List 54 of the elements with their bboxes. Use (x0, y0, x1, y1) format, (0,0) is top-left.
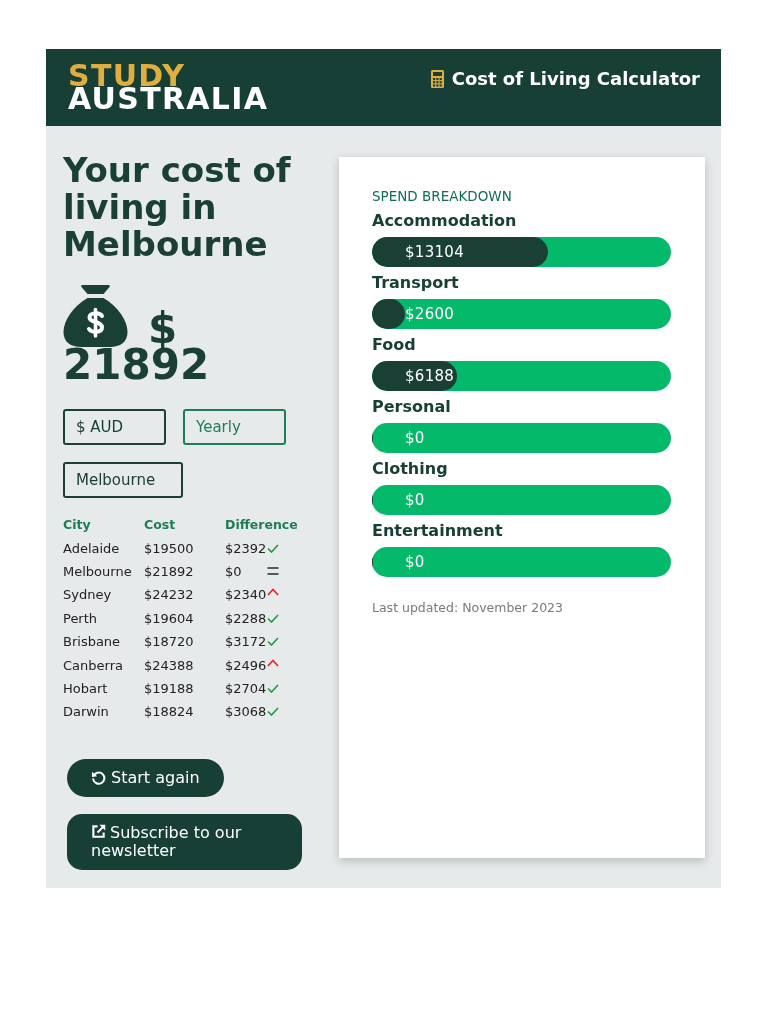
table-cell-text: Brisbane (63, 634, 122, 650)
category-label: Entertainment (372, 521, 504, 541)
table-cell-text: Canberra (63, 657, 124, 673)
table-cell: $3068 (225, 704, 267, 720)
dropdown-field[interactable]: Melbourne (63, 462, 184, 498)
external-link-icon (91, 823, 106, 839)
table-cell-text: $0 (225, 563, 243, 579)
rotate-left-icon (91, 770, 106, 785)
category-label: Food (372, 335, 417, 355)
dropdown-field[interactable]: Yearly (183, 409, 286, 445)
page-heading: Your cost of living in Melbourne (63, 152, 292, 263)
table-cell-text: Darwin (63, 704, 110, 720)
bar-value: $0 (405, 490, 425, 511)
table-cell: $2704 (225, 680, 267, 696)
category-label: Transport (372, 273, 460, 293)
table-cell-text: $19604 (144, 610, 195, 626)
table-cell-text: $19188 (144, 680, 195, 696)
last-updated-note: Last updated: November 2023 (372, 600, 564, 615)
table-cell-text: Melbourne (63, 563, 133, 579)
category-label: Personal (372, 397, 452, 417)
bar-value: $0 (405, 552, 425, 573)
table-cell: $2392 (225, 540, 267, 556)
column-header: Difference (225, 517, 298, 533)
table-cell: $3172 (225, 634, 267, 650)
table-cell-text: $18824 (144, 704, 195, 720)
table-cell-text: $24388 (144, 657, 195, 673)
table-cell-text: Hobart (63, 680, 109, 696)
column-header: Cost (144, 517, 176, 533)
calculator-icon (430, 70, 444, 88)
section-heading: SPEND BREAKDOWN (372, 187, 513, 205)
table-cell: $2340 (225, 587, 267, 603)
dropdown-field[interactable]: $ AUD (63, 409, 166, 445)
table-cell: $2496 (225, 657, 267, 673)
table-cell-text: $24232 (144, 587, 195, 603)
bar-value: $0 (405, 428, 425, 449)
money-bag-icon (63, 285, 128, 347)
bar-value: $2600 (405, 304, 455, 325)
app-title: Cost of Living Calculator (451, 68, 700, 90)
table-cell-text: Adelaide (63, 540, 121, 556)
table-cell-text: $19500 (144, 540, 195, 556)
table-cell-text: Sydney (63, 587, 113, 603)
bar-value: $6188 (405, 366, 455, 387)
table-cell-text: $18720 (144, 634, 195, 650)
category-label: Clothing (372, 459, 449, 479)
table-cell: $2288 (225, 610, 267, 626)
subscribe-button[interactable]: Subscribe to our newsletter (67, 813, 302, 870)
table-cell-text: $21892 (144, 563, 195, 579)
table-cell-text: Perth (63, 610, 99, 626)
logo-text: AUSTRALIA (68, 87, 269, 110)
start-again-button[interactable]: Start again (67, 758, 224, 797)
category-label: Accommodation (372, 211, 518, 231)
logo-text: STUDY (68, 64, 186, 87)
bar-value: $13104 (405, 242, 465, 263)
column-header: City (63, 517, 91, 533)
